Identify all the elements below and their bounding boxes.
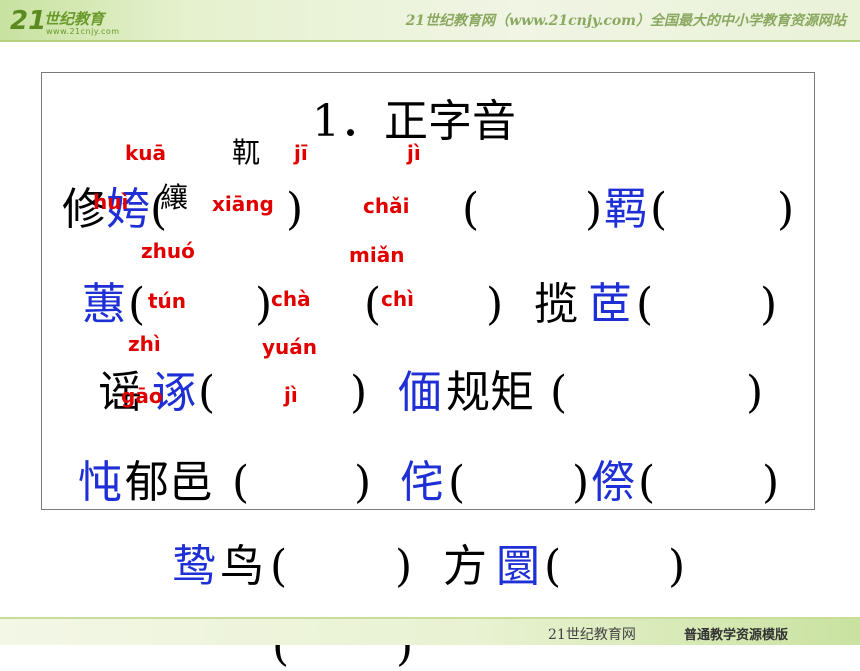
paren-close-1: ) bbox=[286, 184, 304, 235]
word-guiju: 规矩 bbox=[446, 367, 534, 418]
paren-close-11: ) bbox=[762, 457, 780, 508]
char-ji: 羁 bbox=[604, 184, 648, 235]
paren-open-10: ( bbox=[448, 457, 466, 508]
char-chi: 傺 bbox=[591, 457, 635, 508]
paren-close-2: ) bbox=[585, 184, 603, 235]
paren-close-5: ) bbox=[486, 279, 504, 330]
pinyin-chai: chǎi bbox=[363, 194, 410, 218]
pinyin-zhi: zhì bbox=[128, 332, 161, 356]
paren-open-6: ( bbox=[636, 279, 654, 330]
pinyin-yuan: yuán bbox=[262, 335, 318, 359]
pinyin-gao: gāo bbox=[121, 384, 163, 408]
char-xiang: 纕 bbox=[160, 181, 189, 214]
pinyin-xiang: xiāng bbox=[212, 192, 274, 216]
char-fang: 方 bbox=[443, 541, 487, 592]
pinyin-zhuo: zhuó bbox=[141, 239, 195, 263]
footer-template-name: 普通教学资源模版 bbox=[684, 628, 789, 643]
paren-close-10: ) bbox=[572, 457, 590, 508]
pinyin-mian: miǎn bbox=[349, 243, 405, 267]
char-zhi: 鸷 bbox=[172, 541, 216, 592]
logo-name: 世纪教育 bbox=[44, 10, 105, 28]
paren-open-12: ( bbox=[270, 541, 288, 592]
paren-close-13: ) bbox=[668, 541, 686, 592]
paren-close-4: ) bbox=[255, 279, 273, 330]
pinyin-hui: huì bbox=[93, 190, 129, 214]
char-mian: 偭 bbox=[398, 367, 442, 418]
pinyin-ji4: jì bbox=[407, 141, 421, 165]
top-banner: 21 世纪教育 www.21cnjy.com 21世纪教育网（www.21cnj… bbox=[0, 0, 860, 42]
pinyin-ji-b: jì bbox=[284, 383, 298, 407]
pinyin-ji1: jī bbox=[294, 141, 308, 165]
bottom-footer: 21世纪教育网 普通教学资源模版 bbox=[0, 617, 860, 645]
paren-close-3: ) bbox=[777, 184, 795, 235]
word-yuyi: 郁邑 bbox=[125, 457, 213, 508]
footer-site-name[interactable]: 21世纪教育网 bbox=[548, 624, 636, 644]
logo-mark: 21 bbox=[10, 6, 47, 36]
paren-open-7: ( bbox=[198, 367, 216, 418]
site-logo[interactable]: 21 世纪教育 www.21cnjy.com bbox=[4, 2, 154, 40]
paren-open-9: ( bbox=[232, 457, 250, 508]
paren-open-13: ( bbox=[544, 541, 562, 592]
section-title: 1．正字音 bbox=[312, 96, 516, 147]
pinyin-chi: chì bbox=[381, 287, 414, 311]
pinyin-kua: kuā bbox=[125, 141, 167, 165]
paren-open-3: ( bbox=[650, 184, 668, 235]
paren-open-4: ( bbox=[128, 279, 146, 330]
paren-open-8: ( bbox=[550, 367, 568, 418]
paren-open-5: ( bbox=[364, 279, 382, 330]
char-niao: 鸟 bbox=[220, 541, 264, 592]
char-chai: 茝 bbox=[588, 279, 632, 330]
paren-close-6: ) bbox=[760, 279, 778, 330]
char-lan: 揽 bbox=[534, 279, 578, 330]
paren-open-2: ( bbox=[462, 184, 480, 235]
logo-url: www.21cnjy.com bbox=[46, 27, 120, 36]
paren-open-11: ( bbox=[638, 457, 656, 508]
char-hui: 蕙 bbox=[82, 279, 126, 330]
paren-close-8: ) bbox=[746, 367, 764, 418]
paren-close-9: ) bbox=[354, 457, 372, 508]
paren-close-7: ) bbox=[350, 367, 368, 418]
banner-text: 21世纪教育网（www.21cnjy.com）全国最大的中小学教育资源网站 bbox=[405, 13, 846, 29]
pinyin-cha: chà bbox=[271, 287, 311, 311]
pinyin-tun: tún bbox=[148, 289, 187, 313]
paren-close-12: ) bbox=[395, 541, 413, 592]
char-yuan: 圜 bbox=[496, 541, 540, 592]
char-tun: 忳 bbox=[78, 457, 122, 508]
char-ji-small: 靰 bbox=[232, 136, 261, 169]
char-cha: 侘 bbox=[400, 457, 444, 508]
